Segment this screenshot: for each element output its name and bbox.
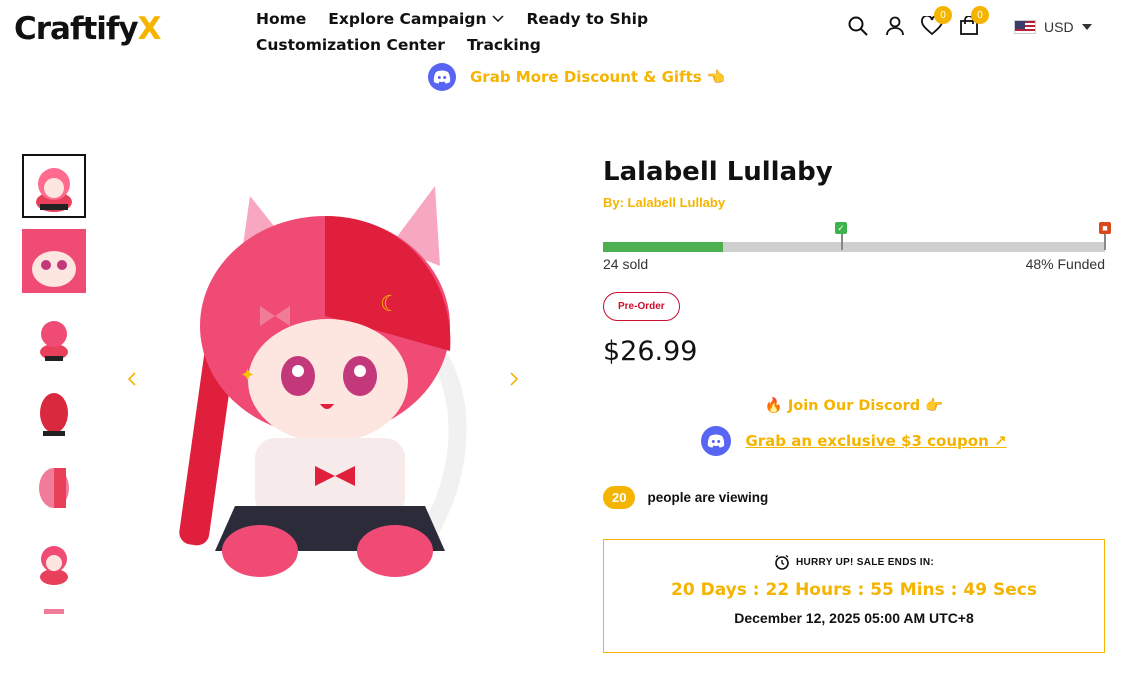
- product-info: Lalabell Lullaby By: Lalabell Lullaby ✓ …: [603, 154, 1111, 653]
- site-logo[interactable]: CraftifyX: [14, 10, 161, 48]
- discord-coupon-row: Grab an exclusive $3 coupon ↗: [603, 426, 1105, 456]
- search-icon: [848, 16, 868, 36]
- countdown-timer: 20 Days : 22 Hours : 55 Mins : 49 Secs: [671, 580, 1037, 600]
- discord-coupon-link[interactable]: Grab an exclusive $3 coupon ↗: [745, 432, 1006, 450]
- nav-customization-center[interactable]: Customization Center: [256, 36, 445, 54]
- promo-text: Grab More Discount & Gifts 👈: [470, 68, 726, 86]
- thumbnail[interactable]: [22, 304, 86, 368]
- thumbnail[interactable]: [22, 229, 86, 293]
- nav-explore-label: Explore Campaign: [328, 10, 487, 28]
- cart-count-badge: 0: [971, 6, 989, 24]
- funded-percent: 48% Funded: [1025, 256, 1105, 272]
- nav-explore-campaign[interactable]: Explore Campaign: [328, 10, 505, 28]
- product-main-image: ☾ ✦: [179, 186, 467, 577]
- viewing-indicator: 20 people are viewing: [603, 486, 1105, 509]
- next-image-button[interactable]: [509, 372, 519, 391]
- user-icon: [886, 16, 904, 36]
- thumbnail[interactable]: [22, 529, 86, 593]
- wishlist-button[interactable]: 0: [920, 6, 952, 38]
- thumbnail[interactable]: [22, 454, 86, 518]
- logo-text: Craftify: [14, 11, 139, 47]
- search-button[interactable]: [846, 14, 870, 38]
- promo-bar[interactable]: Grab More Discount & Gifts 👈: [428, 63, 726, 91]
- funding-progress-bar: ✓ ■: [603, 222, 1111, 252]
- nav-ready-to-ship[interactable]: Ready to Ship: [526, 10, 648, 28]
- product-creator-link[interactable]: By: Lalabell Lullaby: [603, 195, 1105, 210]
- sale-countdown-box: HURRY UP! SALE ENDS IN: 20 Days : 22 Hou…: [603, 539, 1105, 653]
- sold-count: 24 sold: [603, 256, 649, 272]
- viewing-text: people are viewing: [647, 490, 769, 505]
- thumbnail[interactable]: [22, 604, 86, 614]
- svg-text:✦: ✦: [240, 365, 255, 385]
- prev-image-button[interactable]: [127, 372, 137, 391]
- milestone-marker: [841, 234, 843, 250]
- funding-progress-fill: [603, 242, 724, 252]
- viewing-count-badge: 20: [603, 486, 636, 509]
- milestone-marker: [1104, 234, 1106, 250]
- account-button[interactable]: [883, 14, 907, 38]
- chevron-left-icon: [127, 372, 136, 386]
- sale-header: HURRY UP! SALE ENDS IN:: [795, 556, 935, 568]
- discord-icon: [428, 63, 456, 91]
- logo-accent: X: [137, 11, 162, 47]
- discord-icon: [701, 426, 732, 456]
- currency-selector[interactable]: USD: [1014, 19, 1092, 35]
- wishlist-count-badge: 0: [934, 6, 952, 24]
- product-price: $26.99: [603, 336, 698, 367]
- check-mark-icon: ✓: [835, 222, 847, 234]
- header-icons: 0 0: [846, 6, 994, 38]
- alarm-clock-icon: [775, 554, 789, 570]
- currency-label: USD: [1044, 19, 1074, 35]
- thumbnail[interactable]: [22, 379, 86, 443]
- product-title: Lalabell Lullaby: [603, 157, 833, 187]
- gallery-thumbnails: [22, 154, 86, 614]
- caret-down-icon: [1081, 24, 1092, 30]
- discord-join-text: 🔥 Join Our Discord 👉: [764, 398, 944, 414]
- gift-icon: ■: [1099, 222, 1111, 234]
- cart-button[interactable]: 0: [957, 6, 989, 38]
- chevron-right-icon: [510, 372, 519, 386]
- preorder-badge: Pre-Order: [603, 292, 680, 321]
- us-flag-icon: [1014, 20, 1036, 34]
- sale-end-date: December 12, 2025 05:00 AM UTC+8: [734, 610, 974, 626]
- chevron-down-icon: [492, 15, 505, 23]
- main-nav: Home Explore Campaign Ready to Ship Cust…: [256, 6, 648, 58]
- nav-home[interactable]: Home: [256, 10, 306, 28]
- thumbnail[interactable]: [22, 154, 86, 218]
- svg-text:☾: ☾: [380, 291, 400, 316]
- nav-tracking[interactable]: Tracking: [467, 36, 541, 54]
